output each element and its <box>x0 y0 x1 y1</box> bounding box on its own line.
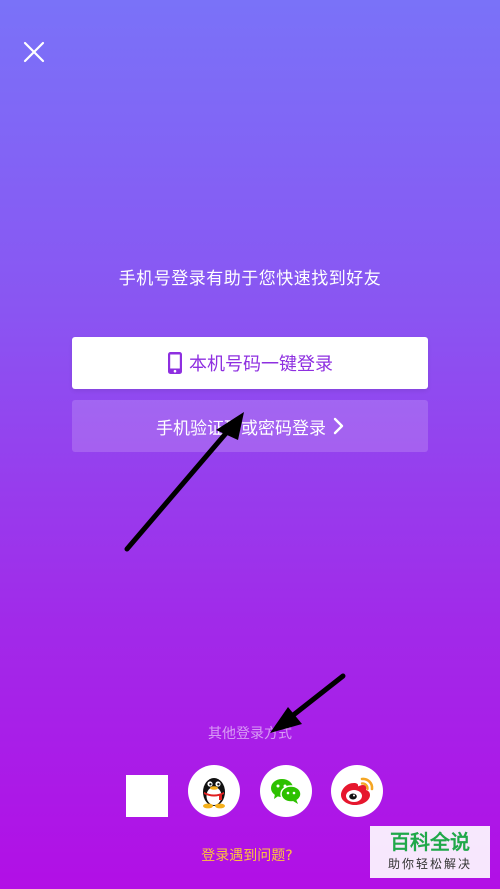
chevron-right-icon <box>333 417 344 435</box>
wechat-login-button[interactable] <box>260 765 312 817</box>
one-click-login-label: 本机号码一键登录 <box>189 354 333 375</box>
tagline: 手机号登录有助于您快速找到好友 <box>118 269 382 289</box>
one-click-login-button[interactable]: 本机号码一键登录 <box>72 337 428 389</box>
other-login-label: 其他登录方式 <box>208 726 292 742</box>
qq-penguin-icon <box>203 778 225 809</box>
watermark-logo: 百科全说 助你轻松解决 <box>370 826 490 878</box>
qq-login-button[interactable] <box>188 765 240 817</box>
wechat-icon <box>271 779 302 804</box>
sms-password-login-button[interactable]: 手机验证码或密码登录 <box>72 400 428 452</box>
sms-password-login-label: 手机验证码或密码登录 <box>156 418 326 439</box>
phone-icon <box>168 352 182 374</box>
close-button[interactable] <box>18 36 50 68</box>
login-screen: 手机号登录有助于您快速找到好友 本机号码一键登录 手机验证码或密码登录 其他登录… <box>0 0 500 889</box>
weibo-login-button[interactable] <box>331 765 383 817</box>
close-icon <box>23 41 45 63</box>
weibo-icon <box>341 777 374 805</box>
blank-login-button[interactable] <box>126 775 168 817</box>
watermark-main-text: 百科全说 <box>390 830 470 854</box>
watermark-sub-text: 助你轻松解决 <box>387 857 472 871</box>
